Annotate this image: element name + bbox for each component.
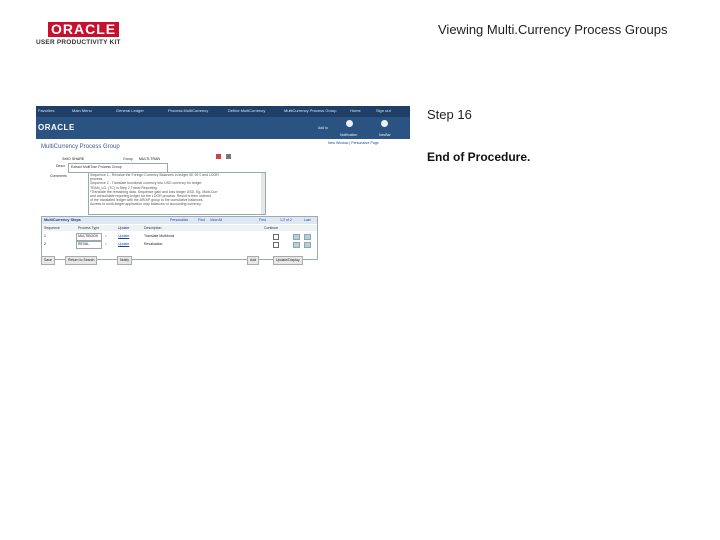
top-navigation-bar: Favorites Main Menu General Ledger Proce… <box>36 106 410 117</box>
oracle-brand-text: ORACLE <box>38 123 75 132</box>
application-screenshot: Favorites Main Menu General Ledger Proce… <box>36 106 410 266</box>
setid-value: SHARE <box>72 157 85 161</box>
comments-label: Comments <box>50 174 67 178</box>
last-link[interactable]: Last <box>304 218 311 222</box>
table-row: 2 REVAL ⌕ Update Revaluation <box>42 241 317 249</box>
brand-bar: ORACLE Add to Notification NavBar <box>36 117 410 139</box>
update-link[interactable]: Update <box>118 234 129 238</box>
delete-row-icon[interactable] <box>304 234 311 240</box>
lookup-icon[interactable]: ⌕ <box>105 234 107 238</box>
group-value: MULTI-TRAN <box>139 157 160 161</box>
print-icon[interactable] <box>216 154 221 159</box>
first-link[interactable]: First <box>259 218 266 222</box>
setid-label: SetID <box>62 157 71 161</box>
end-of-procedure-label: End of Procedure. <box>427 150 531 164</box>
help-icon[interactable] <box>226 154 231 159</box>
save-button[interactable]: Save <box>41 256 55 265</box>
navbar-compass-icon[interactable] <box>381 120 388 127</box>
grid-column-headers: Sequence Process Type Update Description… <box>42 225 317 231</box>
sign-out-link[interactable]: Sign out <box>376 108 391 113</box>
grid-header: MultiCurrency Steps Personalize Find Vie… <box>42 217 317 224</box>
row-process-type: REVAL <box>78 242 90 246</box>
comment-line: Access to multi-ledger application may b… <box>90 202 202 207</box>
table-row: 1 MULTIBOOK ⌕ Update Translate Multibook <box>42 233 317 241</box>
descr-label: Descr <box>56 164 66 168</box>
nav-general-ledger[interactable]: General Ledger <box>116 108 144 113</box>
step-label: Step 16 <box>427 107 472 122</box>
row-sequence: 2 <box>44 242 46 246</box>
oracle-logo-text: ORACLE <box>48 22 120 37</box>
col-description: Description <box>144 226 162 230</box>
row-sequence: 1 <box>44 234 46 238</box>
add-row-icon[interactable] <box>293 234 300 240</box>
continue-checkbox[interactable] <box>273 234 279 240</box>
find-link[interactable]: Find <box>198 218 205 222</box>
personalize-link[interactable]: Personalize <box>170 218 188 222</box>
page-button-bar: Save Return to Search Notify Add Update/… <box>41 256 316 265</box>
comments-textarea[interactable]: Sequence 1 - Revalue the Foreign Currenc… <box>88 172 266 215</box>
col-update: Update <box>118 226 130 230</box>
nav-main-menu[interactable]: Main Menu <box>72 108 92 113</box>
notification-link[interactable]: Notification <box>340 133 357 137</box>
description-value: Extract MultiTran Process Group <box>71 165 122 169</box>
add-button[interactable]: Add <box>247 256 260 265</box>
page-title: MultiCurrency Process Group <box>41 144 120 150</box>
nav-favorites[interactable]: Favorites <box>38 108 54 113</box>
update-link[interactable]: Update <box>118 242 129 246</box>
multicurrency-steps-grid: MultiCurrency Steps Personalize Find Vie… <box>41 216 318 260</box>
col-sequence: Sequence <box>44 226 60 230</box>
row-process-type: MULTIBOOK <box>78 234 99 238</box>
flag-icon[interactable] <box>346 120 353 127</box>
nav-process-multicurrency[interactable]: Process MultiCurrency <box>168 108 208 113</box>
group-label: Group <box>123 157 133 161</box>
view-all-link[interactable]: View All <box>210 218 222 222</box>
grid-title: MultiCurrency Steps <box>44 218 81 222</box>
notify-button[interactable]: Notify <box>117 256 132 265</box>
document-title: Viewing Multi.Currency Process Groups <box>438 22 668 37</box>
col-process-type: Process Type <box>78 226 100 230</box>
continue-checkbox[interactable] <box>273 242 279 248</box>
col-continue: Continue <box>264 226 279 230</box>
row-description: Revaluation <box>144 242 163 246</box>
upk-logo-subtext: USER PRODUCTIVITY KIT <box>36 39 121 46</box>
nav-multicurrency-process-group[interactable]: MultiCurrency Process Group <box>284 108 336 113</box>
page-count: 1-2 of 2 <box>280 218 292 222</box>
navbar-link[interactable]: NavBar <box>379 133 391 137</box>
return-to-search-button[interactable]: Return to Search <box>65 256 98 265</box>
add-to-link[interactable]: Add to <box>318 126 328 130</box>
row-description: Translate Multibook <box>144 234 175 238</box>
comments-scrollbar[interactable] <box>261 173 265 214</box>
nav-define-multicurrency[interactable]: Define MultiCurrency <box>228 108 265 113</box>
delete-row-icon[interactable] <box>304 242 311 248</box>
update-display-button[interactable]: Update/Display <box>273 256 303 265</box>
home-link[interactable]: Home <box>350 108 361 113</box>
lookup-icon[interactable]: ⌕ <box>105 242 107 246</box>
page-links[interactable]: New Window | Personalize Page <box>328 141 379 145</box>
add-row-icon[interactable] <box>293 242 300 248</box>
